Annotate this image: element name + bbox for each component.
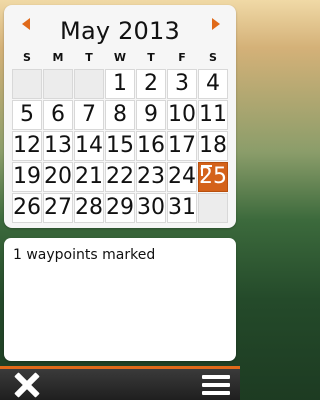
day-number: 26 xyxy=(13,195,41,220)
weekday-header-row: SMTWTFS xyxy=(10,51,230,69)
day-number: 17 xyxy=(168,133,196,158)
menu-button[interactable] xyxy=(202,375,230,395)
app-screen: May 2013 SMTWTFS 1 2 3 4 5 6 7 8 9 10 11 12 13 14 15 16… xyxy=(0,0,240,400)
day-number: 4 xyxy=(206,71,220,96)
empty-day-cell xyxy=(74,69,104,99)
day-number: 22 xyxy=(106,164,134,189)
day-cell[interactable]: 7 xyxy=(74,100,104,130)
menu-icon-bar xyxy=(202,391,230,395)
weekday-label: T xyxy=(85,51,93,64)
day-cell[interactable]: 27 xyxy=(43,193,73,223)
calendar-grid: 1 2 3 4 5 6 7 8 9 10 11 12 13 14 15 16 17 18 19 20 21 22 23 24 2… xyxy=(10,69,230,229)
weekday-label: S xyxy=(23,51,31,64)
day-cell[interactable]: 18 xyxy=(198,131,228,161)
day-number: 13 xyxy=(44,133,72,158)
day-cell[interactable]: 12 xyxy=(12,131,42,161)
day-number: 15 xyxy=(106,133,134,158)
day-cell[interactable]: 13 xyxy=(43,131,73,161)
day-number: 1 xyxy=(113,71,127,96)
day-cell[interactable]: 30 xyxy=(136,193,166,223)
weekday-label: M xyxy=(52,51,64,64)
selected-day-cell[interactable]: 25 xyxy=(198,162,228,192)
toolbar-accent-line xyxy=(0,366,240,369)
day-cell[interactable]: 26 xyxy=(12,193,42,223)
day-number: 19 xyxy=(13,164,41,189)
day-cell[interactable]: 24 xyxy=(167,162,197,192)
day-cell[interactable]: 16 xyxy=(136,131,166,161)
day-cell[interactable]: 20 xyxy=(43,162,73,192)
empty-day-cell xyxy=(43,69,73,99)
empty-day-cell xyxy=(12,69,42,99)
day-cell[interactable]: 8 xyxy=(105,100,135,130)
calendar-widget: May 2013 SMTWTFS 1 2 3 4 5 6 7 8 9 10 11 12 13 14 15 16… xyxy=(4,5,236,228)
day-cell[interactable]: 28 xyxy=(74,193,104,223)
day-cell[interactable]: 1 xyxy=(105,69,135,99)
info-panel: 1 waypoints marked xyxy=(4,238,236,361)
weekday-label: F xyxy=(178,51,186,64)
day-number: 10 xyxy=(168,102,196,127)
selected-marker-icon xyxy=(201,165,212,176)
empty-day-cell xyxy=(198,193,228,223)
day-cell[interactable]: 9 xyxy=(136,100,166,130)
day-number: 9 xyxy=(144,102,158,127)
waypoints-status-text: 1 waypoints marked xyxy=(13,247,156,263)
day-cell[interactable]: 10 xyxy=(167,100,197,130)
day-cell[interactable]: 22 xyxy=(105,162,135,192)
next-month-arrow-icon[interactable] xyxy=(212,18,220,30)
day-number: 21 xyxy=(75,164,103,189)
day-number: 7 xyxy=(82,102,96,127)
day-cell[interactable]: 4 xyxy=(198,69,228,99)
menu-icon xyxy=(202,375,230,379)
day-cell[interactable]: 2 xyxy=(136,69,166,99)
day-cell[interactable]: 15 xyxy=(105,131,135,161)
day-number: 30 xyxy=(137,195,165,220)
day-cell[interactable]: 5 xyxy=(12,100,42,130)
day-number: 29 xyxy=(106,195,134,220)
day-number: 28 xyxy=(75,195,103,220)
month-header: May 2013 xyxy=(4,5,236,45)
day-number: 14 xyxy=(75,133,103,158)
month-title: May 2013 xyxy=(60,17,180,45)
day-cell[interactable]: 31 xyxy=(167,193,197,223)
day-number: 2 xyxy=(144,71,158,96)
day-number: 16 xyxy=(137,133,165,158)
bottom-toolbar xyxy=(0,366,240,400)
menu-icon-bar xyxy=(202,383,230,387)
day-number: 24 xyxy=(168,164,196,189)
day-number: 27 xyxy=(44,195,72,220)
close-button[interactable] xyxy=(10,372,46,398)
day-number: 11 xyxy=(199,102,227,127)
day-number: 5 xyxy=(20,102,34,127)
day-cell[interactable]: 14 xyxy=(74,131,104,161)
weekday-label: W xyxy=(113,51,127,64)
day-cell[interactable]: 11 xyxy=(198,100,228,130)
day-number: 31 xyxy=(168,195,196,220)
day-cell[interactable]: 21 xyxy=(74,162,104,192)
day-cell[interactable]: 19 xyxy=(12,162,42,192)
day-number: 20 xyxy=(44,164,72,189)
day-number: 3 xyxy=(175,71,189,96)
weekday-label: T xyxy=(147,51,155,64)
day-cell[interactable]: 17 xyxy=(167,131,197,161)
day-number: 6 xyxy=(51,102,65,127)
day-cell[interactable]: 23 xyxy=(136,162,166,192)
day-number: 23 xyxy=(137,164,165,189)
day-cell[interactable]: 29 xyxy=(105,193,135,223)
day-number: 18 xyxy=(199,133,227,158)
day-number: 12 xyxy=(13,133,41,158)
day-number: 8 xyxy=(113,102,127,127)
day-cell[interactable]: 3 xyxy=(167,69,197,99)
day-cell[interactable]: 6 xyxy=(43,100,73,130)
weekday-label: S xyxy=(209,51,217,64)
